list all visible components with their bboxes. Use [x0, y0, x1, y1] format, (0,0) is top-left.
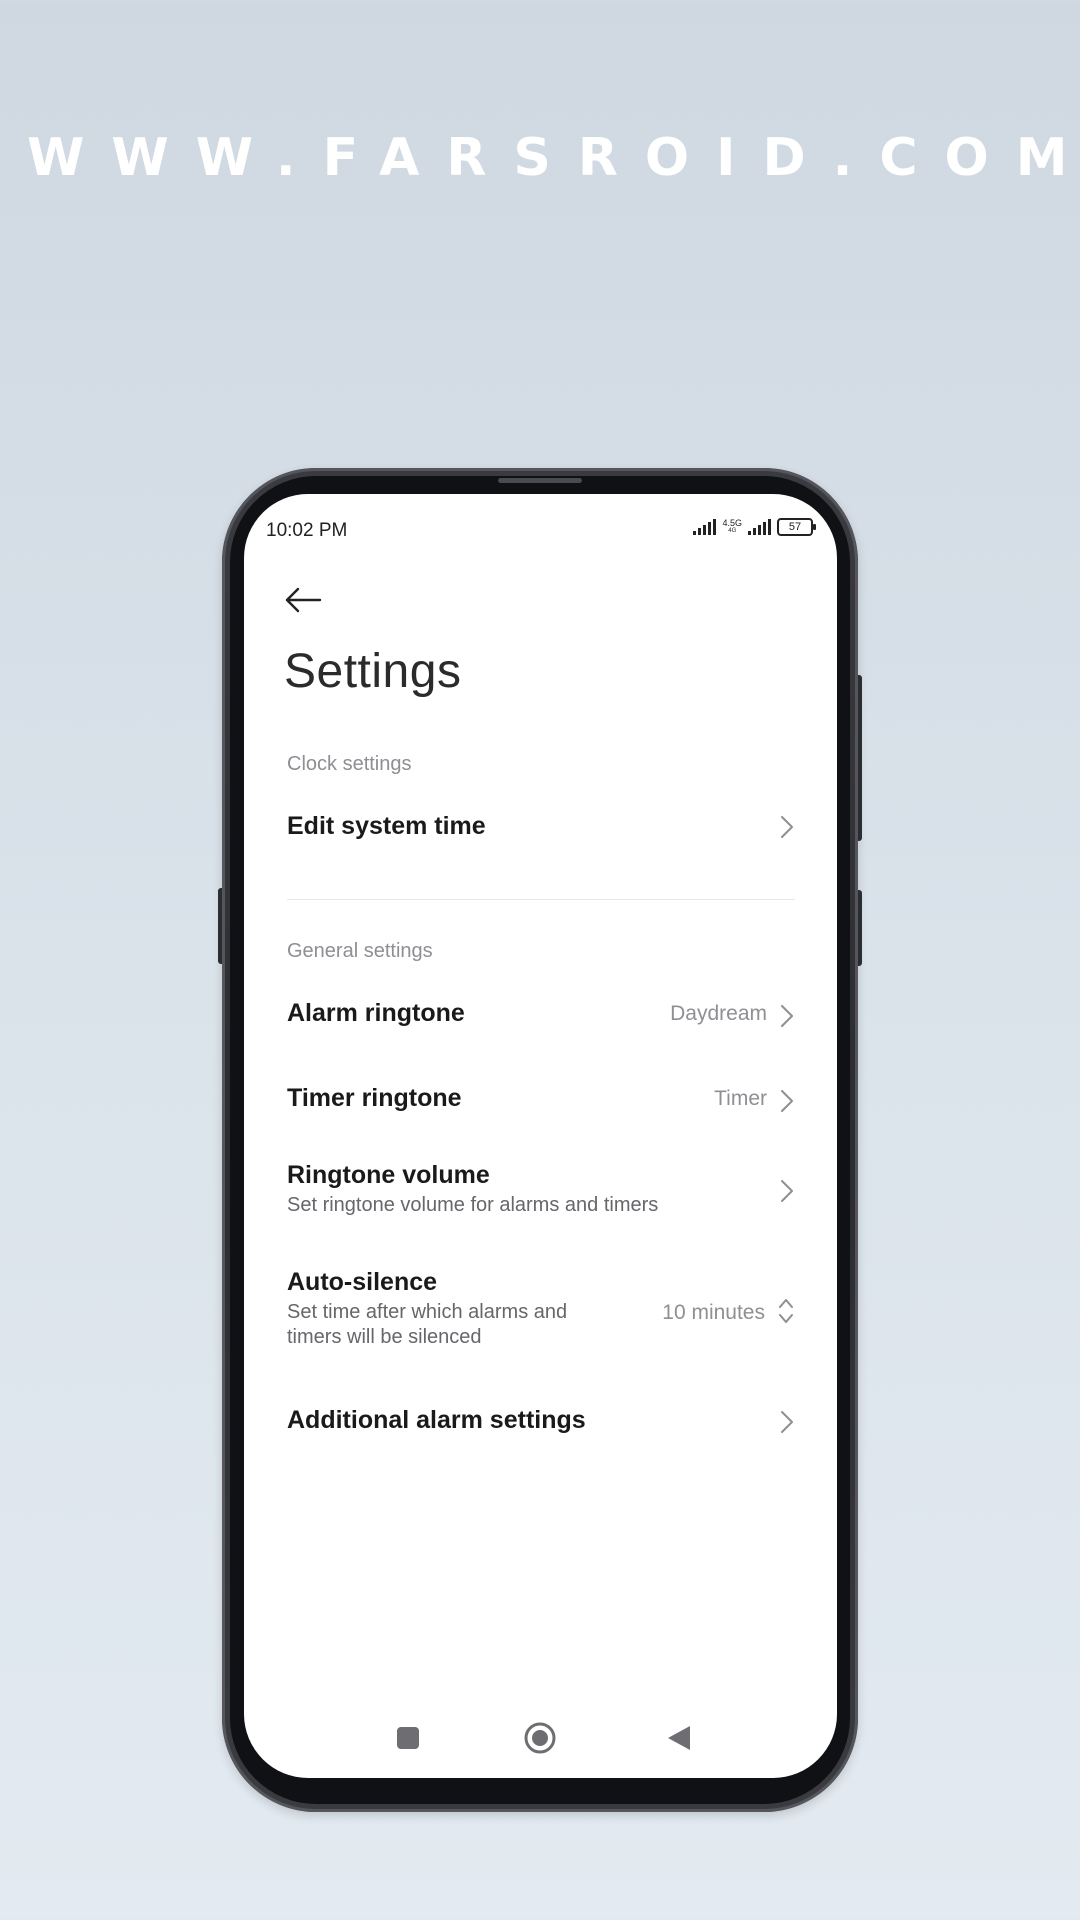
row-subtitle-line2: timers will be silenced: [287, 1326, 482, 1348]
row-title: Additional alarm settings: [287, 1406, 586, 1434]
chevron-up-down-icon: [779, 1299, 793, 1323]
row-subtitle-line1: Set time after which alarms and: [287, 1301, 568, 1323]
chevron-right-icon: [781, 1180, 793, 1202]
watermark-text: WWW.FARSROID.COM: [27, 128, 1080, 188]
row-subtitle: Set ringtone volume for alarms and timer…: [287, 1194, 659, 1216]
timer-ringtone-row[interactable]: Timer ringtone Timer: [287, 1071, 795, 1131]
ringtone-volume-row[interactable]: Ringtone volume Set ringtone volume for …: [287, 1149, 795, 1225]
auto-silence-row[interactable]: Auto-silence Set time after which alarms…: [287, 1256, 795, 1362]
row-title: Alarm ringtone: [287, 999, 465, 1027]
triangle-back-icon: [668, 1726, 690, 1750]
row-value: 10 minutes: [662, 1301, 765, 1324]
battery-icon: 57: [777, 518, 816, 536]
row-title: Auto-silence: [287, 1268, 438, 1296]
row-value: Timer: [714, 1087, 767, 1110]
chevron-right-icon: [781, 816, 793, 838]
network-type-bottom: 4G: [728, 528, 737, 534]
status-time: 10:02 PM: [266, 520, 348, 541]
row-value: Daydream: [670, 1002, 767, 1025]
row-title: Ringtone volume: [287, 1161, 490, 1189]
back-button[interactable]: [280, 580, 326, 620]
status-icons: 4.5G 4G 57: [693, 518, 816, 536]
status-bar: 10:02 PM 4.5G 4G 57: [244, 494, 837, 566]
circle-icon: [524, 1722, 556, 1754]
signal-2-icon: [748, 519, 771, 535]
row-title: Edit system time: [287, 812, 486, 840]
section-header-clock: Clock settings: [287, 753, 412, 775]
divider: [287, 899, 795, 900]
additional-alarm-settings-row[interactable]: Additional alarm settings: [287, 1392, 795, 1452]
page-title: Settings: [284, 645, 462, 698]
chevron-right-icon: [781, 1005, 793, 1027]
chevron-right-icon: [781, 1411, 793, 1433]
row-title: Timer ringtone: [287, 1084, 462, 1112]
navigation-bar: [244, 1698, 837, 1778]
nav-recents-button[interactable]: [388, 1718, 428, 1758]
arrow-left-icon: [285, 587, 322, 613]
network-type-icon: 4.5G 4G: [722, 519, 742, 535]
alarm-ringtone-row[interactable]: Alarm ringtone Daydream: [287, 986, 795, 1046]
chevron-right-icon: [781, 1090, 793, 1112]
nav-back-button[interactable]: [659, 1718, 699, 1758]
section-header-general: General settings: [287, 940, 433, 962]
phone-screen: 10:02 PM 4.5G 4G 57 Settings Clock setti…: [244, 494, 837, 1778]
battery-level: 57: [788, 521, 802, 533]
edit-system-time-row[interactable]: Edit system time: [287, 798, 795, 858]
signal-icon: [693, 519, 717, 535]
square-icon: [397, 1727, 419, 1749]
network-type-top: 4.5G: [722, 518, 742, 528]
earpiece-speaker: [498, 478, 582, 483]
nav-home-button[interactable]: [520, 1718, 560, 1758]
